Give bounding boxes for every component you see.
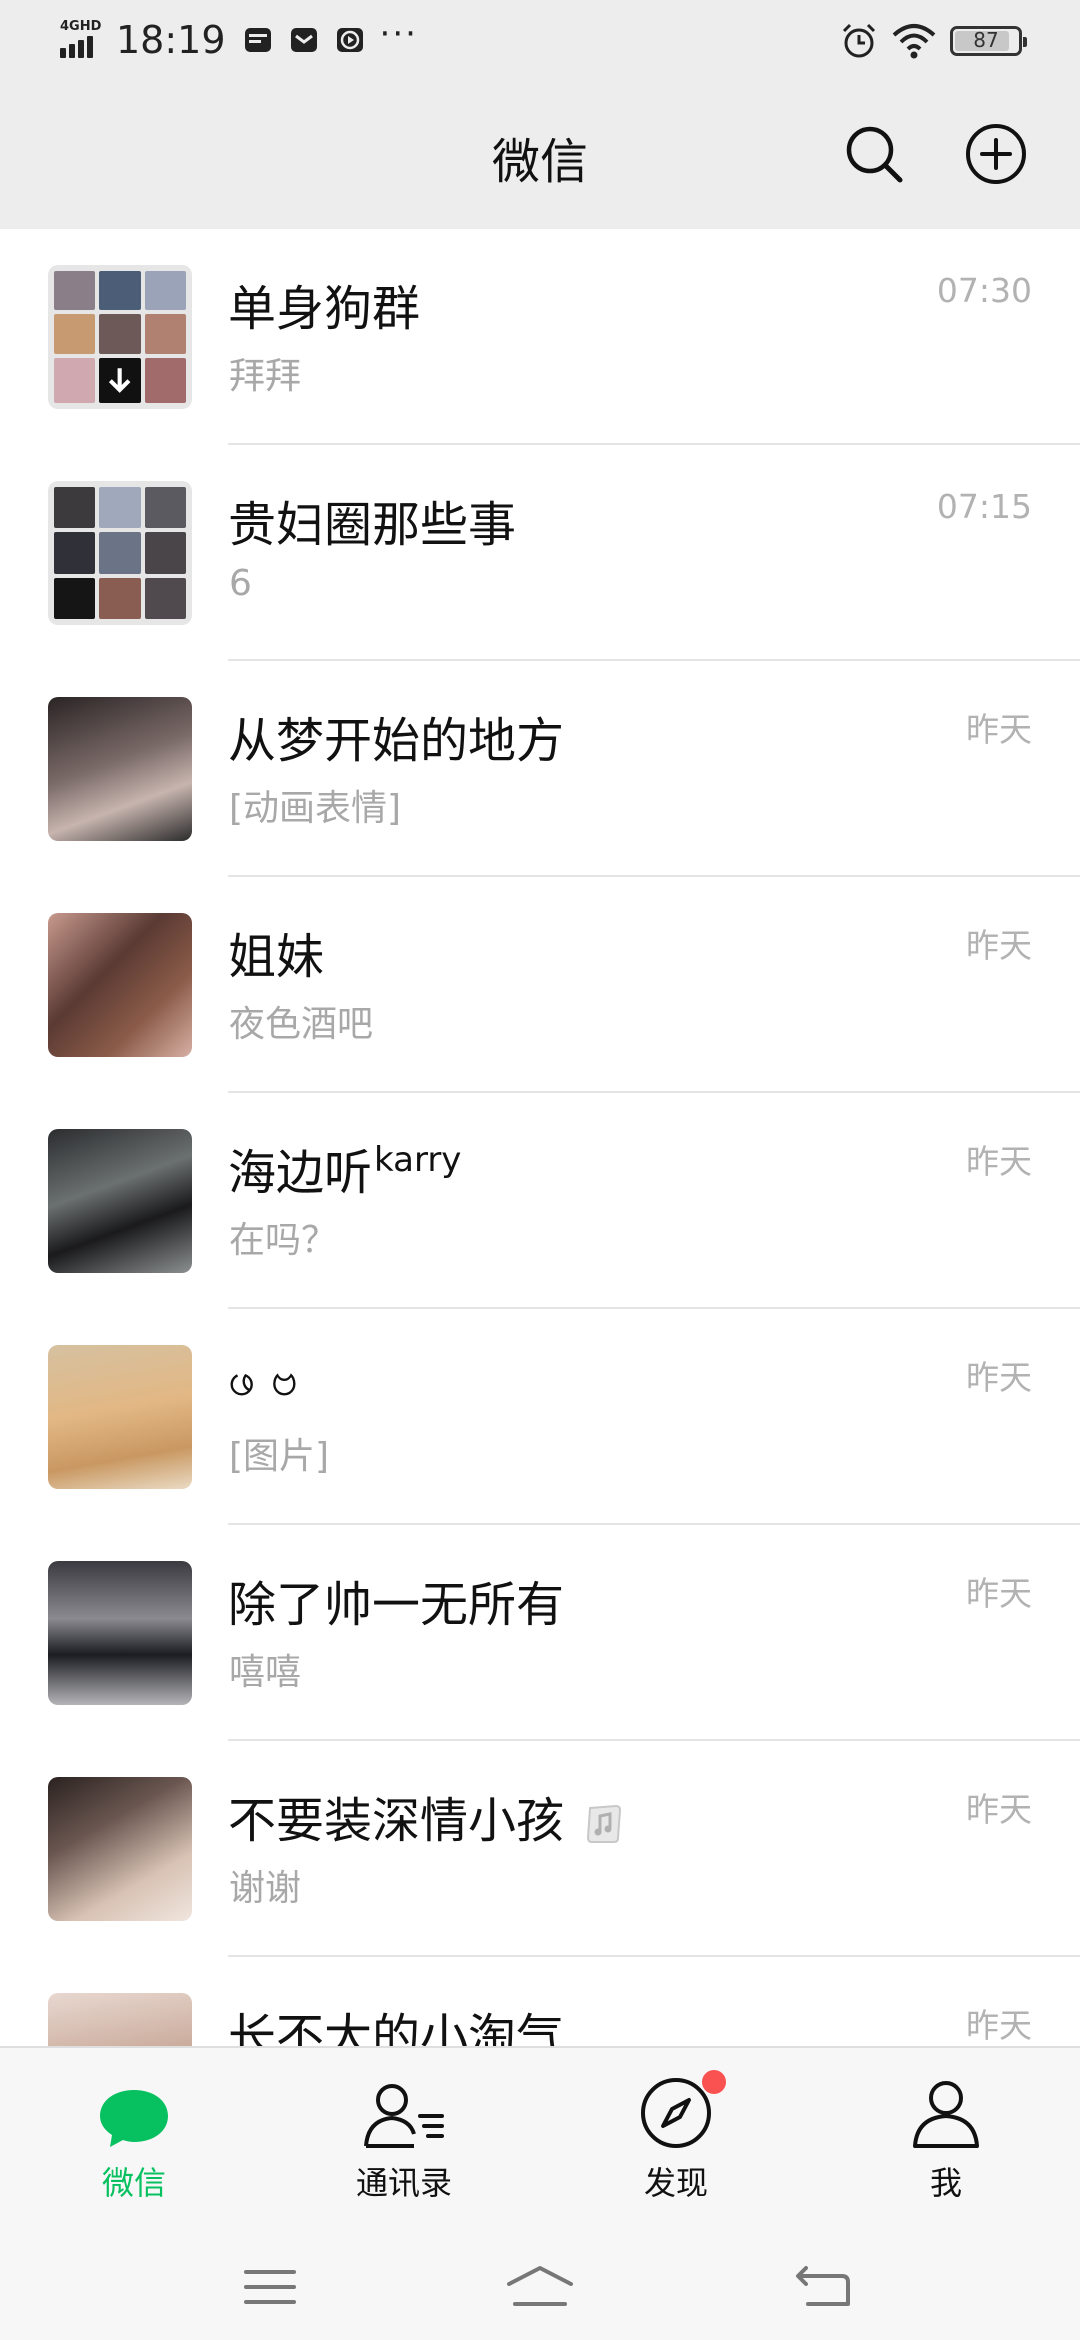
chat-time: 07:30 (936, 271, 1032, 310)
top-bar: 微信 (0, 84, 1080, 229)
home-icon[interactable] (505, 2262, 575, 2312)
chat-name: 从梦开始的地方 (228, 713, 565, 769)
download-icon (109, 367, 131, 393)
chat-time: 昨天 (966, 1142, 1032, 1181)
message-notification-icon (290, 28, 317, 52)
chat-time: 昨天 (966, 710, 1032, 749)
avatar (48, 1777, 192, 1921)
tab-label: 通讯录 (355, 2164, 452, 2202)
avatar (48, 1993, 192, 2046)
tab-contacts[interactable]: 通讯录 (304, 2070, 504, 2204)
video-notification-icon (336, 28, 363, 52)
chat-preview: 夜色酒吧 (229, 1004, 374, 1045)
notification-dot (702, 2070, 726, 2094)
music-note-icon (587, 1804, 622, 1843)
tab-label: 微信 (101, 2164, 166, 2202)
chat-name: 除了帅一无所有 (228, 1577, 565, 1633)
back-icon[interactable] (794, 2262, 854, 2312)
chat-bubble-icon (100, 2090, 168, 2147)
group-avatar (48, 265, 192, 409)
chat-time: 昨天 (966, 2006, 1032, 2045)
chat-row[interactable]: 姐妹 夜色酒吧 昨天 (0, 877, 1080, 1093)
contacts-icon (364, 2084, 444, 2148)
chat-name: 不要装深情小孩 (228, 1781, 626, 1851)
chat-row[interactable]: 不要装深情小孩 谢谢 昨天 (0, 1741, 1080, 1957)
avatar (48, 1129, 192, 1273)
chat-time: 昨天 (966, 1358, 1032, 1397)
page-title: 微信 (491, 134, 588, 190)
chat-row[interactable]: 从梦开始的地方 [动画表情] 昨天 (0, 661, 1080, 877)
signal-icon: 4GHD (60, 20, 104, 60)
more-notifications: ··· (379, 14, 418, 54)
chat-name-superscript: karry (374, 1140, 462, 1180)
tab-label: 发现 (643, 2164, 708, 2202)
alarm-icon (842, 23, 876, 58)
tab-label: 我 (929, 2164, 962, 2202)
wifi-icon (892, 24, 936, 59)
status-bar: 4GHD 18:19 ··· 87 (0, 0, 1080, 84)
chat-preview: [图片] (229, 1436, 330, 1477)
chat-name: 海边听karry (228, 1140, 462, 1201)
chat-time: 昨天 (966, 926, 1032, 965)
clock: 18:19 (116, 18, 226, 62)
chat-row[interactable]: 海边听karry 在吗？ 昨天 (0, 1093, 1080, 1309)
chat-row[interactable]: 贵妇圈那些事 6 07:15 (0, 445, 1080, 661)
chat-row[interactable]: 单身狗群 拜拜 07:30 (0, 229, 1080, 445)
bottom-tab-bar: 微信 通讯录 发现 我 (0, 2046, 1080, 2234)
network-type: 4GHD (60, 19, 102, 34)
chat-row[interactable]: ဖ ဗ [图片] 昨天 (0, 1309, 1080, 1525)
avatar (48, 913, 192, 1057)
chat-preview: 在吗？ (229, 1220, 338, 1261)
chat-row[interactable]: 除了帅一无所有 嘻嘻 昨天 (0, 1525, 1080, 1741)
avatar (48, 1561, 192, 1705)
battery-percent: 87 (973, 28, 999, 52)
menu-icon[interactable] (240, 2262, 300, 2312)
compass-icon (641, 2078, 711, 2148)
chat-name: ဖ ဗ (228, 1351, 299, 1407)
person-icon (913, 2081, 979, 2148)
chat-preview: 谢谢 (229, 1868, 302, 1909)
battery-icon: 87 (950, 26, 1027, 56)
chat-time: 昨天 (966, 1790, 1032, 1829)
chat-row[interactable]: 长不大的小淘气 昨天 (0, 1957, 1080, 2046)
chat-name: 长不大的小淘气 (228, 2009, 565, 2046)
chat-name: 姐妹 (228, 929, 325, 985)
avatar (48, 697, 192, 841)
add-plus-icon[interactable] (964, 122, 1028, 186)
chat-time: 昨天 (966, 1574, 1032, 1613)
chat-list: 单身狗群 拜拜 07:30 贵妇圈那些事 6 07:15 从梦开始的地方 [动画… (0, 229, 1080, 2046)
chat-time: 07:15 (936, 487, 1032, 526)
tab-discover[interactable]: 发现 (576, 2070, 776, 2204)
chat-name: 贵妇圈那些事 (228, 497, 517, 553)
avatar (48, 1345, 192, 1489)
chat-preview: 6 (229, 563, 252, 604)
chat-name: 单身狗群 (228, 281, 421, 337)
system-nav-bar (0, 2234, 1080, 2340)
search-icon[interactable] (842, 122, 906, 186)
tab-me[interactable]: 我 (846, 2070, 1046, 2204)
tab-chats[interactable]: 微信 (34, 2070, 234, 2204)
group-avatar (48, 481, 192, 625)
chat-preview: 拜拜 (229, 356, 302, 397)
chat-preview: 嘻嘻 (229, 1652, 302, 1693)
chat-preview: [动画表情] (229, 788, 402, 829)
card-notification-icon (244, 28, 271, 52)
